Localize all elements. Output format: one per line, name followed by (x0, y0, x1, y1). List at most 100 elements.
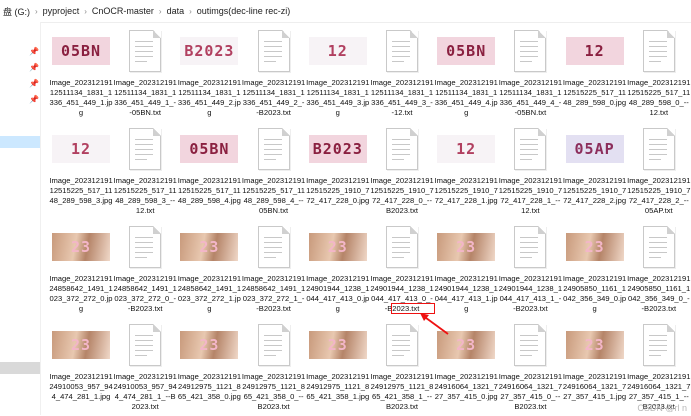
image-thumbnail: 23 (179, 222, 239, 272)
file-name-label: Image_20231219112515225_517_1148_289_598… (177, 176, 242, 205)
thumbnail-plate-text: 23 (565, 233, 624, 261)
thumbnail-plate-text: 12 (437, 135, 496, 163)
image-thumbnail: 12 (436, 124, 496, 174)
file-name-label: Image_20231219112515225_517_1148_289_598… (241, 176, 306, 215)
file-item-text[interactable]: Image_20231219124916064_1321_727_357_415… (627, 318, 691, 416)
file-item-image[interactable]: B2023 Image_20231219112515225_1910_772_41… (306, 122, 370, 220)
file-item-text[interactable]: Image_20231219112511134_1831_1336_451_44… (242, 24, 306, 122)
file-name-label: Image_20231219124916064_1321_727_357_415… (562, 372, 627, 401)
file-item-image[interactable]: 12 Image_20231219112515225_517_1148_289_5… (49, 122, 113, 220)
file-item-image[interactable]: 05BN Image_20231219112511134_1831_1336_45… (49, 24, 113, 122)
file-name-label: Image_20231219112511134_1831_1336_451_44… (113, 78, 177, 117)
file-name-label: Image_20231219124910053_957_944_474_281_… (113, 372, 177, 411)
file-item-image[interactable]: 05BN Image_20231219112515225_517_1148_289… (177, 122, 241, 220)
document-icon (642, 226, 675, 268)
file-name-label: Image_20231219112515225_1910_772_417_228… (498, 176, 563, 215)
file-name-label: Image_20231219112511134_1831_1336_451_44… (498, 78, 563, 117)
file-item-image[interactable]: 05AP Image_20231219112515225_1910_772_417… (563, 122, 627, 220)
image-thumbnail: B2023 (179, 26, 239, 76)
breadcrumb-outimgs[interactable]: outimgs(dec-line rec-zi) (194, 6, 294, 16)
text-file-icon (115, 124, 175, 174)
file-item-image[interactable]: 23 Image_20231219124858642_1491_1023_372_… (49, 220, 113, 318)
file-item-image[interactable]: 23 Image_20231219124912975_1121_865_421_3… (177, 318, 241, 416)
breadcrumb-separator: › (35, 6, 38, 16)
document-icon (257, 30, 290, 72)
file-name-label: Image_20231219112511134_1831_1336_451_44… (241, 78, 306, 117)
file-name-label: Image_20231219112515225_517_1148_289_598… (627, 78, 691, 117)
breadcrumb-separator: › (189, 6, 192, 16)
breadcrumb: 盘 (G:) › pyproject › CnOCR-master › data… (0, 0, 691, 23)
file-item-text[interactable]: Image_20231219124905850_1161_1042_356_34… (627, 220, 691, 318)
nav-selected-item[interactable] (0, 136, 40, 148)
file-name-label: Image_20231219124910053_957_944_474_281_… (49, 372, 113, 401)
file-item-text[interactable]: Image_20231219112511134_1831_1336_451_44… (113, 24, 177, 122)
text-file-icon (372, 222, 432, 272)
thumbnail-plate-text: 12 (565, 37, 624, 65)
image-thumbnail: 05AP (565, 124, 625, 174)
file-item-image[interactable]: 23 Image_20231219124905850_1161_1042_356_… (563, 220, 627, 318)
image-thumbnail: 23 (565, 222, 625, 272)
file-item-image[interactable]: B2023 Image_20231219112511134_1831_1336_4… (177, 24, 241, 122)
file-name-label: Image_20231219112515225_1910_772_417_228… (434, 176, 498, 205)
file-item-image[interactable]: 05BN Image_20231219112511134_1831_1336_45… (434, 24, 498, 122)
file-item-image[interactable]: 12 Image_20231219112511134_1831_1336_451_… (306, 24, 370, 122)
file-grid: 05BN Image_20231219112511134_1831_1336_45… (49, 22, 691, 415)
file-item-text[interactable]: Image_20231219112515225_1910_772_417_228… (627, 122, 691, 220)
file-name-label: Image_20231219112511134_1831_1336_451_44… (177, 78, 242, 117)
file-item-text[interactable]: Image_20231219124858642_1491_1023_372_27… (113, 220, 177, 318)
breadcrumb-pyproject[interactable]: pyproject (40, 6, 83, 16)
file-item-text[interactable]: Image_20231219112515225_1910_772_417_228… (370, 122, 434, 220)
text-file-icon (244, 26, 304, 76)
file-name-label: Image_20231219124905850_1161_1042_356_34… (562, 274, 627, 313)
document-icon (386, 30, 418, 72)
file-item-image[interactable]: 12 Image_20231219112515225_1910_772_417_2… (434, 122, 498, 220)
file-item-text[interactable]: Image_20231219112515225_517_1148_289_598… (242, 122, 306, 220)
image-thumbnail: 12 (565, 26, 625, 76)
file-item-image[interactable]: 23 Image_20231219124910053_957_944_474_28… (49, 318, 113, 416)
file-item-text[interactable]: Image_20231219112515225_1910_772_417_228… (498, 122, 562, 220)
thumbnail-plate-text: 23 (308, 233, 367, 261)
breadcrumb-cnocr-master[interactable]: CnOCR-master (89, 6, 157, 16)
file-name-label: Image_20231219124912975_1121_865_421_358… (370, 372, 434, 411)
thumbnail-plate-text: 12 (52, 135, 110, 163)
document-icon (514, 324, 547, 366)
thumbnail-plate-text: B2023 (308, 135, 367, 163)
document-icon (642, 128, 675, 170)
file-item-image[interactable]: 23 Image_20231219124858642_1491_1023_372_… (177, 220, 241, 318)
file-item-text[interactable]: Image_20231219112515225_517_1148_289_598… (113, 122, 177, 220)
text-file-icon (629, 124, 689, 174)
document-icon (257, 324, 290, 366)
file-item-text[interactable]: Image_20231219124858642_1491_1023_372_27… (242, 220, 306, 318)
file-item-text[interactable]: Image_20231219112511134_1831_1336_451_44… (370, 24, 434, 122)
file-item-text[interactable]: Image_20231219112511134_1831_1336_451_44… (498, 24, 562, 122)
breadcrumb-separator: › (84, 6, 87, 16)
file-item-text[interactable]: Image_20231219124916064_1321_727_357_415… (498, 318, 562, 416)
file-item-text[interactable]: Image_20231219124912975_1121_865_421_358… (242, 318, 306, 416)
file-name-label: Image_20231219124916064_1321_727_357_415… (498, 372, 563, 411)
breadcrumb-data[interactable]: data (164, 6, 188, 16)
image-thumbnail: 23 (436, 222, 496, 272)
file-item-image[interactable]: 23 Image_20231219124916064_1321_727_357_4… (563, 318, 627, 416)
file-name-label: Image_20231219124916064_1321_727_357_415… (434, 372, 498, 401)
file-item-image[interactable]: 23 Image_20231219124912975_1121_865_421_3… (306, 318, 370, 416)
document-icon (386, 324, 418, 366)
file-item-text[interactable]: Image_20231219124910053_957_944_474_281_… (113, 318, 177, 416)
text-file-icon (372, 124, 432, 174)
file-name-label: Image_20231219124858642_1491_1023_372_27… (49, 274, 113, 313)
file-name-label: Image_20231219112511134_1831_1336_451_44… (434, 78, 498, 117)
image-thumbnail: 12 (308, 26, 368, 76)
file-item-text[interactable]: Image_20231219112515225_517_1148_289_598… (627, 24, 691, 122)
file-name-label: Image_20231219112515225_1910_772_417_228… (370, 176, 434, 215)
file-name-label: Image_20231219112515225_517_1148_289_598… (562, 78, 627, 107)
file-item-text[interactable]: Image_20231219124901944_1238_1044_417_41… (498, 220, 562, 318)
file-item-image[interactable]: 23 Image_20231219124901944_1238_1044_417_… (306, 220, 370, 318)
file-item-image[interactable]: 12 Image_20231219112515225_517_1148_289_5… (563, 24, 627, 122)
breadcrumb-drive[interactable]: 盘 (G:) (0, 5, 33, 18)
file-item-image[interactable]: 23 Image_20231219124901944_1238_1044_417_… (434, 220, 498, 318)
navigation-pane[interactable]: 📌 📌 📌 📌 (0, 22, 41, 415)
image-thumbnail: 23 (308, 320, 368, 370)
document-icon (129, 226, 162, 268)
document-icon (129, 324, 162, 366)
nav-highlighted-item[interactable] (0, 362, 40, 374)
image-thumbnail: 23 (179, 320, 239, 370)
